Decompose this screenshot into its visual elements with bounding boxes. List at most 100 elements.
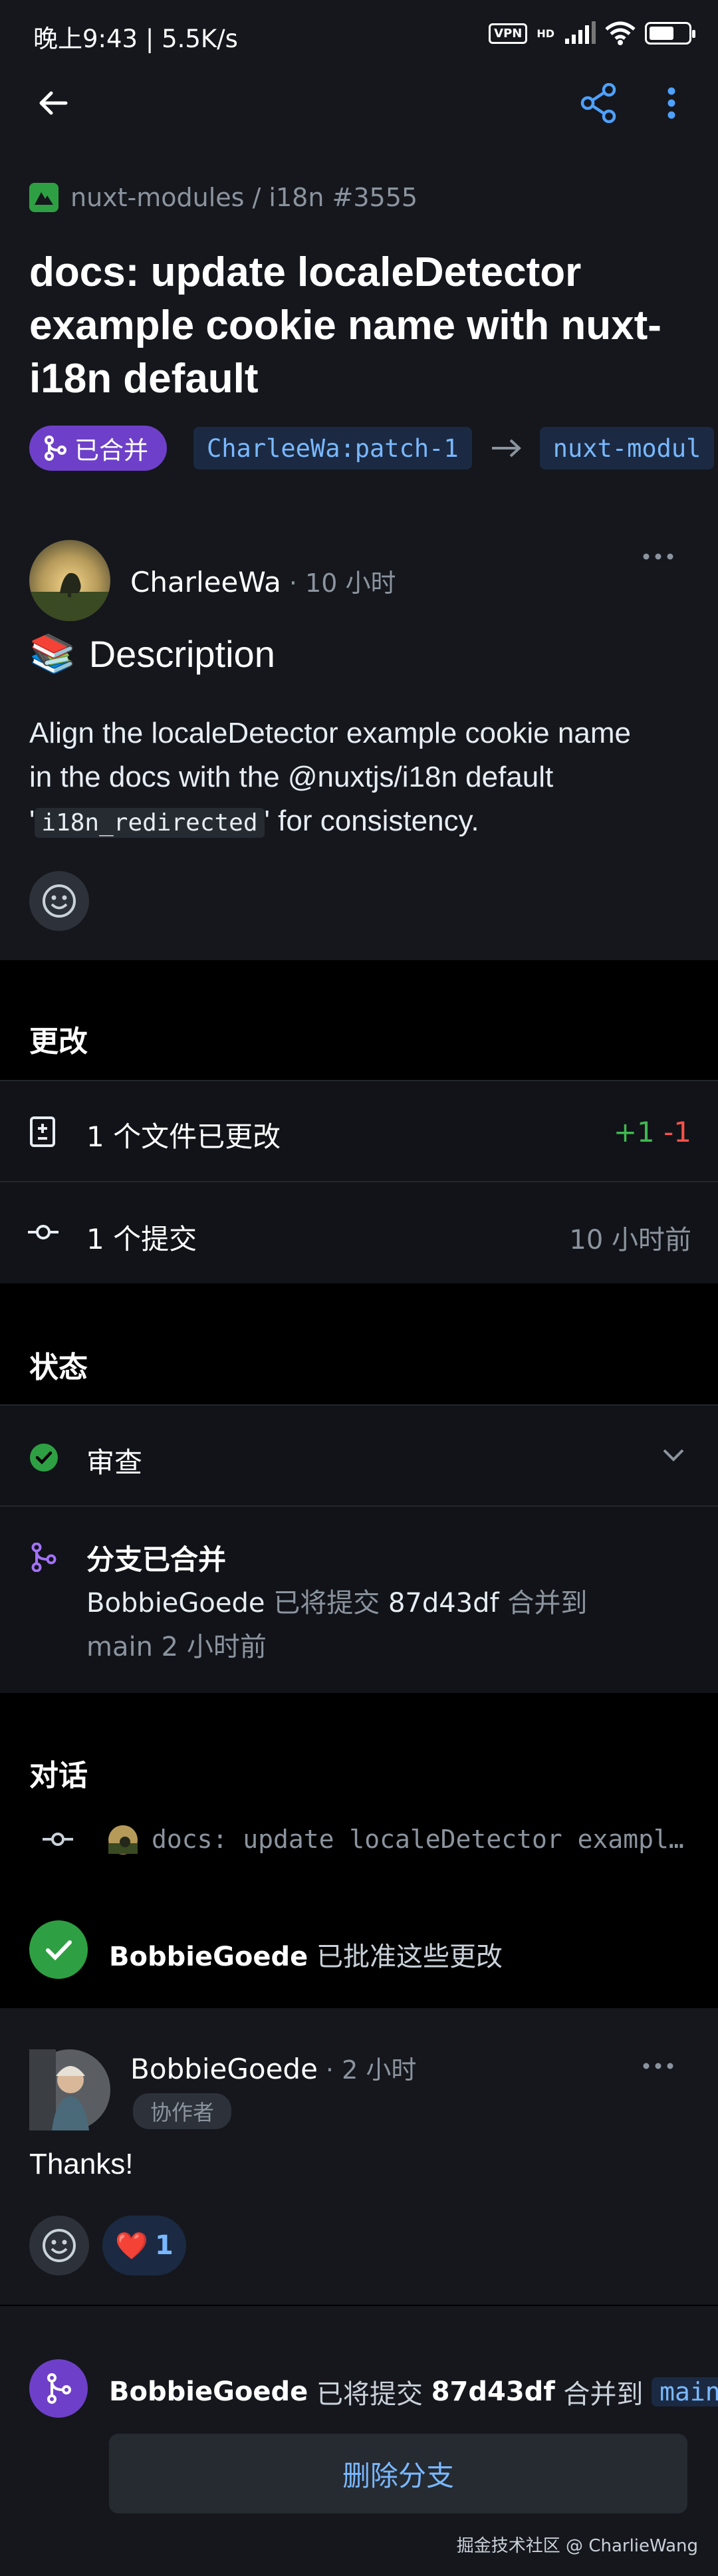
merged-title: 分支已合并 [86,1543,227,1576]
description-line: Align the localeDetector example cookie … [29,717,631,749]
review-label: 审查 [86,1446,143,1479]
files-changed-label: 1 个文件已更改 [86,1120,281,1153]
description-line: in the docs with the @nuxtjs/i18n defaul… [29,761,554,793]
heart-icon: ❤️ [115,2230,148,2261]
collaborator-badge: 协作者 [133,2093,232,2129]
description-heading-text: Description [88,632,275,675]
merge-event-text: BobbieGoede 已将提交 87d43df 合并到 main [109,2373,718,2411]
approval-text: BobbieGoede 已批准这些更改 [109,1935,503,1974]
commit-icon [28,1225,59,1239]
approved-check-icon [29,1920,88,1979]
author-row: CharleeWa · 10 小时 [29,540,396,621]
commits-row[interactable]: 1 个提交 10 小时前 [0,1181,718,1283]
status-section-title: 状态 [29,1351,88,1384]
add-reaction-button[interactable] [29,2216,89,2275]
comment-menu-button[interactable] [638,2049,678,2083]
chevron-down-icon [663,1449,684,1462]
merge-text: 合并到 [554,2379,652,2410]
inline-code: i18n_redirected [35,808,265,838]
branch-row: 已合并 CharleeWa:patch-1 nuxt-modul [29,424,715,472]
quote-mark: ' [264,805,270,837]
deletions-count: -1 [663,1116,691,1148]
review-row[interactable]: 审查 [0,1404,718,1505]
commits-time: 10 小时前 [569,1225,691,1255]
more-options-button[interactable] [652,76,691,130]
add-reaction-button[interactable] [29,871,89,931]
commenter-avatar[interactable] [29,2049,110,2130]
heart-reaction-button[interactable]: ❤️ 1 [102,2216,186,2275]
file-diff-icon [30,1116,55,1147]
merged-status-badge: 已合并 [29,426,167,471]
avatar[interactable] [29,540,110,621]
share-icon [580,83,616,123]
base-branch-chip[interactable]: nuxt-modul [539,427,715,469]
diff-stats: +1 -1 [614,1116,691,1148]
nuxt-logo-icon [29,183,59,212]
more-vertical-icon [667,87,675,119]
conversation-section-title: 对话 [29,1759,88,1793]
status-time: 晚上9:43 | 5.5K/s [33,25,238,53]
arrow-right-icon [491,439,521,457]
arrow-left-icon [39,91,68,115]
merged-commit-sha[interactable]: 87d43df [388,1588,499,1618]
description-text: for consistency. [269,805,479,837]
merged-text: 已将提交 [265,1588,388,1618]
repo-breadcrumb[interactable]: nuxt-modules / i18n #3555 [29,183,418,212]
changes-section-title: 更改 [29,1025,88,1059]
merged-line2: main 2 小时前 [86,1632,267,1662]
wifi-icon [605,21,636,45]
approver-name[interactable]: BobbieGoede [109,1942,308,1972]
author-avatar-image [29,540,110,621]
additions-count: +1 [613,1116,655,1148]
comment-header: BobbieGoede · 2 小时 [130,2049,416,2086]
description-body: Align the localeDetector example cookie … [29,711,701,845]
battery-level [650,27,673,40]
merge-text: 已将提交 [308,2379,431,2410]
smiley-icon [43,884,76,918]
merge-icon [45,436,66,461]
commit-message: docs: update localeDetector exampl… [152,1825,684,1854]
pr-title: docs: update localeDetector example cook… [29,249,661,402]
battery-icon [645,22,695,45]
author-name[interactable]: CharleeWa [130,566,281,598]
back-button[interactable] [27,76,80,130]
more-horizontal-icon [643,553,673,560]
share-button[interactable] [572,76,625,130]
files-changed-row[interactable]: 1 个文件已更改 +1 -1 [0,1080,718,1181]
approval-event-row: BobbieGoede 已批准这些更改 [0,1915,718,1982]
books-icon: 📚 [29,632,76,674]
comment-body: Thanks! [29,2148,134,2180]
commit-event-row[interactable]: docs: update localeDetector exampl… [0,1815,718,1862]
merged-text: 合并到 [499,1588,588,1618]
head-branch-chip[interactable]: CharleeWa:patch-1 [193,427,472,469]
commits-label: 1 个提交 [86,1223,197,1255]
vpn-icon: VPN [489,23,528,44]
status-bar: 晚上9:43 | 5.5K/s VPN HD [0,0,718,66]
merge-icon [31,1543,57,1572]
repo-path: nuxt-modules / i18n #3555 [70,183,418,212]
merge-event-icon [29,2359,88,2418]
commit-author-avatar [108,1825,138,1855]
comment-menu-button[interactable] [638,540,678,573]
comment-time: · 2 小时 [325,2055,417,2085]
merged-status-block: 分支已合并 BobbieGoede 已将提交 87d43df 合并到 main … [0,1505,718,1693]
comment-card: BobbieGoede · 2 小时 协作者 Thanks! ❤️ 1 [0,2008,718,2305]
more-horizontal-icon [643,2063,673,2069]
merged-description: BobbieGoede 已将提交 87d43df 合并到 main 2 小时前 [86,1581,685,1669]
post-time: · 10 小时 [289,568,396,598]
comment-author[interactable]: BobbieGoede [130,2053,318,2085]
delete-branch-button[interactable]: 删除分支 [109,2434,687,2513]
check-circle-icon [30,1444,58,1472]
merged-user[interactable]: BobbieGoede [86,1588,265,1618]
signal-icon [565,21,596,44]
merge-target-branch[interactable]: main [652,2377,718,2406]
hd-icon: HD [537,27,554,40]
commit-icon [43,1833,73,1846]
reaction-count: 1 [154,2230,174,2261]
merge-commit-sha[interactable]: 87d43df [431,2377,555,2407]
description-heading: 📚 Description [29,632,275,676]
merger-name[interactable]: BobbieGoede [109,2377,308,2407]
watermark: 掘金技术社区 @ CharlieWang [456,2536,698,2556]
status-icons: VPN HD [489,19,695,48]
approval-message: 已批准这些更改 [308,1942,503,1972]
